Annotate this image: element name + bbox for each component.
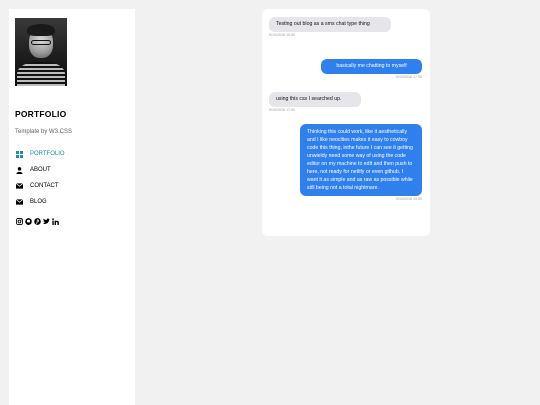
chat-message-outgoing: Thinking this could work, like it aesthe… [300, 124, 422, 201]
nav-item-blog[interactable]: BLOG [15, 194, 65, 210]
chat-bubble: basically me chatting to myself [321, 59, 422, 75]
chat-message-incoming: using this css I searched up. 9/10/2016 … [269, 92, 361, 112]
chat-panel: Testing out blog as a sms chat type thin… [262, 9, 430, 236]
nav-label: ABOUT [30, 167, 51, 173]
user-icon [15, 166, 23, 174]
message-timestamp: 9/10/2016 17:00 [269, 108, 295, 113]
chat-message-outgoing: basically me chatting to myself 9/10/201… [321, 59, 422, 79]
site-subtitle: Template by W3.CSS [15, 129, 73, 135]
message-timestamp: 9/10/2016 10:00 [269, 33, 295, 38]
sidebar: PORTFOLIO Template by W3.CSS PORTFOLIO A… [9, 9, 135, 405]
linkedin-icon[interactable] [51, 217, 59, 225]
message-timestamp: 9/10/2016 17:00 [396, 75, 422, 80]
chat-message-incoming: Testing out blog as a sms chat type thin… [269, 17, 391, 37]
github-icon[interactable] [24, 217, 32, 225]
nav-item-portfolio[interactable]: PORTFOLIO [15, 146, 65, 162]
grid-icon [15, 150, 23, 158]
chat-bubble: Testing out blog as a sms chat type thin… [269, 17, 391, 33]
envelope-icon [15, 182, 23, 190]
site-brand[interactable]: PORTFOLIO [15, 109, 66, 119]
sidebar-nav: PORTFOLIO ABOUT CONTACT BLOG [15, 146, 65, 210]
nav-label: BLOG [30, 199, 47, 205]
chat-bubble: Thinking this could work, like it aesthe… [300, 124, 422, 196]
pinterest-icon[interactable] [33, 217, 41, 225]
message-timestamp: 9/10/2016 19:00 [396, 197, 422, 201]
avatar [15, 18, 67, 86]
twitter-icon[interactable] [42, 217, 50, 225]
instagram-icon[interactable] [15, 217, 23, 225]
nav-label: PORTFOLIO [30, 151, 65, 157]
chat-bubble: using this css I searched up. [269, 92, 361, 108]
nav-label: CONTACT [30, 183, 59, 189]
nav-item-contact[interactable]: CONTACT [15, 178, 65, 194]
social-links [15, 217, 59, 225]
envelope-icon [15, 198, 23, 206]
nav-item-about[interactable]: ABOUT [15, 162, 65, 178]
